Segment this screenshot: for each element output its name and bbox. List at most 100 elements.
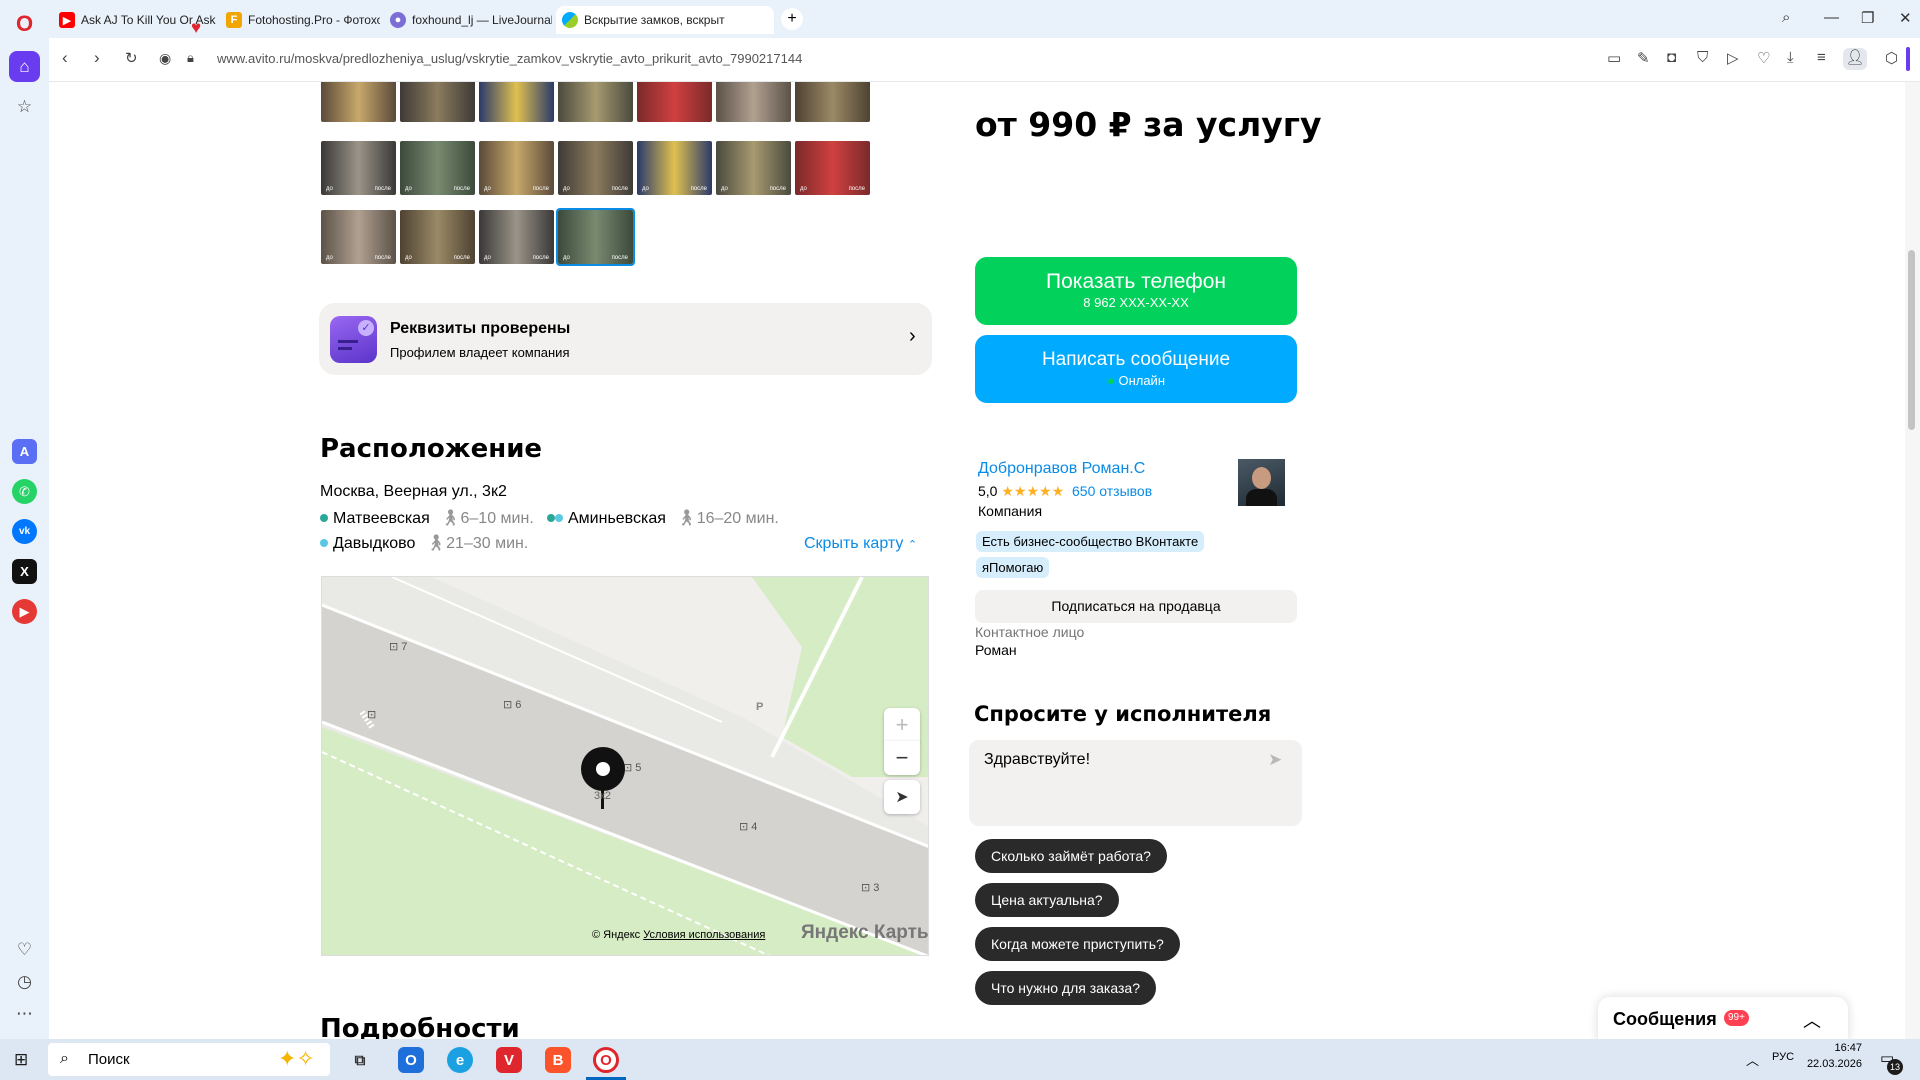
adblock-shield-icon[interactable]: ⛉ — [1697, 49, 1708, 66]
opera-logo-icon[interactable]: O — [11, 10, 38, 37]
snapshot-camera-icon[interactable]: ◘ — [1667, 49, 1676, 66]
photo-thumbnail[interactable] — [716, 82, 791, 122]
map-pin-icon[interactable] — [581, 747, 625, 791]
metro-station-3: Давыдково 🚶︎21–30 мин. — [320, 533, 528, 553]
yandex-map[interactable]: ⊡ 7 ⊡ 6 ⊡ 5 ⊡ 4 ⊡ 3 ⊡ P 3к2 + − ➤ © Янде… — [321, 576, 929, 956]
opera-taskbar-icon[interactable]: O — [593, 1047, 619, 1073]
vivaldi-icon[interactable]: V — [496, 1047, 522, 1073]
tab-avito-active[interactable]: Вскрытие замков, вскрыт — [556, 6, 774, 34]
send-icon[interactable]: ➤ — [1268, 750, 1282, 770]
tab-fotohosting[interactable]: F Fotohosting.Pro - Фотохо — [220, 6, 380, 34]
back-icon[interactable]: ‹ — [62, 48, 68, 68]
brave-icon[interactable]: B — [545, 1047, 571, 1073]
easy-setup-menu-icon[interactable]: ≡ — [1817, 49, 1826, 66]
minimize-icon[interactable]: — — [1824, 9, 1839, 26]
photo-thumbnail[interactable] — [479, 82, 554, 122]
reload-icon[interactable]: ↻ — [125, 49, 138, 67]
contact-person-label: Контактное лицо — [975, 624, 1085, 640]
photo-thumbnail[interactable]: до после — [556, 208, 635, 266]
location-pin-icon[interactable]: ◉ — [159, 50, 171, 67]
tab-livejournal[interactable]: ● foxhound_lj — LiveJournal — [384, 6, 552, 34]
favorites-heart-icon[interactable]: ♡ — [11, 936, 38, 963]
badge-yapomogayu[interactable]: яПомогаю — [976, 557, 1050, 578]
ask-message-input[interactable]: Здравствуйте! ➤ — [969, 740, 1302, 826]
photo-thumbnail[interactable]: до после — [321, 210, 396, 264]
show-phone-button[interactable]: Показать телефон 8 962 XXX-XX-XX — [975, 257, 1297, 325]
aria-ai-icon[interactable]: A — [12, 439, 37, 464]
question-chip-4[interactable]: Что нужно для заказа? — [975, 971, 1156, 1005]
taskbar-search-box[interactable]: ⌕ Поиск ✦✧ — [48, 1043, 330, 1076]
bookmark-heart-icon[interactable]: ♡ — [1757, 49, 1770, 67]
home-icon[interactable]: ⌂ — [9, 51, 40, 82]
vk-icon[interactable]: vk — [12, 519, 37, 544]
photo-thumbnail[interactable]: до после — [637, 141, 712, 195]
seller-avatar[interactable] — [1238, 459, 1285, 506]
photo-thumbnail[interactable] — [400, 82, 475, 122]
write-message-button[interactable]: Написать сообщение ● Онлайн — [975, 335, 1297, 403]
zoom-out-button[interactable]: − — [884, 741, 920, 775]
ask-heading: Спросите у исполнителя — [974, 702, 1272, 726]
question-chip-3[interactable]: Когда можете приступить? — [975, 927, 1180, 961]
photo-thumbnail[interactable] — [637, 82, 712, 122]
profile-icon[interactable]: 👤︎ — [1843, 48, 1867, 70]
photo-thumbnail[interactable] — [558, 82, 633, 122]
before-label: до — [563, 255, 570, 261]
forward-icon[interactable]: › — [94, 48, 100, 68]
seller-name-link[interactable]: Добронравов Роман.С — [978, 460, 1145, 478]
fotohosting-icon: F — [226, 12, 242, 28]
subscribe-seller-button[interactable]: Подписаться на продавца — [975, 590, 1297, 623]
photo-thumbnail[interactable]: до после — [400, 141, 475, 195]
geolocation-arrow-icon[interactable]: ➤ — [884, 780, 920, 814]
tab-title: Вскрытие замков, вскрыт — [584, 13, 725, 27]
walk-icon: 🚶︎ — [440, 510, 461, 527]
reader-mode-icon[interactable]: ▭ — [1607, 49, 1621, 67]
photo-thumbnail[interactable]: до после — [321, 141, 396, 195]
send-flow-icon[interactable]: ▷ — [1727, 49, 1739, 67]
photo-thumbnail[interactable] — [321, 82, 396, 122]
task-view-icon[interactable]: ⧉ — [347, 1047, 373, 1073]
edge-icon[interactable]: e — [447, 1047, 473, 1073]
more-dots-icon[interactable]: ⋯ — [11, 1000, 38, 1027]
reviews-link[interactable]: 650 отзывов — [1072, 483, 1152, 499]
photo-thumbnail[interactable]: до после — [400, 210, 475, 264]
before-label: до — [642, 186, 649, 192]
restore-icon[interactable]: ❐ — [1861, 9, 1874, 27]
search-tabs-icon[interactable]: ⌕ — [1782, 9, 1790, 26]
map-terms-link[interactable]: Условия использования — [643, 929, 765, 941]
photo-thumbnail[interactable]: до после — [558, 141, 633, 195]
badge-vk-community[interactable]: Есть бизнес-сообщество ВКонтакте — [976, 531, 1205, 552]
clock[interactable]: 16:47 22.03.2026 — [1806, 1042, 1862, 1070]
address-text: Москва, Веерная ул., 3к2 — [320, 483, 507, 500]
downloads-icon[interactable]: ⤓ — [1787, 49, 1794, 66]
url-field[interactable]: www.avito.ru/moskva/predlozheniya_uslug/… — [217, 51, 802, 66]
tray-chevron-icon[interactable]: ︿ — [1746, 1050, 1759, 1069]
question-chip-1[interactable]: Сколько займёт работа? — [975, 839, 1167, 873]
edit-icon[interactable]: ✎ — [1637, 49, 1650, 67]
photo-thumbnail[interactable]: до после — [795, 141, 870, 195]
x-twitter-icon[interactable]: X — [12, 559, 37, 584]
music-player-icon[interactable]: ▶ — [12, 599, 37, 624]
messages-widget[interactable]: Сообщения 99+ ︿ — [1598, 997, 1848, 1039]
page-scrollbar[interactable] — [1905, 82, 1920, 1039]
question-chip-2[interactable]: Цена актуальна? — [975, 883, 1119, 917]
address-bar: ‹ › ↻ ◉ 🔒︎ www.avito.ru/moskva/predlozhe… — [49, 38, 1920, 82]
photo-thumbnail[interactable]: до после — [716, 141, 791, 195]
verified-requisites-card[interactable]: ✓ Реквизиты проверены Профилем владеет к… — [319, 303, 932, 375]
outlook-icon[interactable]: O — [398, 1047, 424, 1073]
whatsapp-icon[interactable]: ✆ — [12, 479, 37, 504]
yandex-maps-logo[interactable]: Яндекс Карты — [801, 922, 928, 944]
expand-chevron-icon[interactable]: ︿ — [1803, 1007, 1821, 1033]
input-language[interactable]: РУС — [1772, 1051, 1794, 1063]
hide-map-link[interactable]: Скрыть карту ⌃ — [804, 535, 917, 553]
photo-thumbnail[interactable]: до после — [479, 141, 554, 195]
pinboard-star-icon[interactable]: ☆ — [11, 93, 38, 120]
new-tab-button[interactable]: + — [781, 8, 803, 30]
history-clock-icon[interactable]: ◷ — [11, 968, 38, 995]
scrollbar-thumb[interactable] — [1908, 250, 1915, 430]
zoom-in-button[interactable]: + — [884, 708, 920, 742]
close-icon[interactable]: ✕ — [1899, 9, 1912, 27]
windows-start-icon[interactable]: ⊞ — [14, 1050, 28, 1070]
photo-thumbnail[interactable] — [795, 82, 870, 122]
extensions-cube-icon[interactable]: ⬡ — [1885, 49, 1898, 67]
photo-thumbnail[interactable]: до после — [479, 210, 554, 264]
